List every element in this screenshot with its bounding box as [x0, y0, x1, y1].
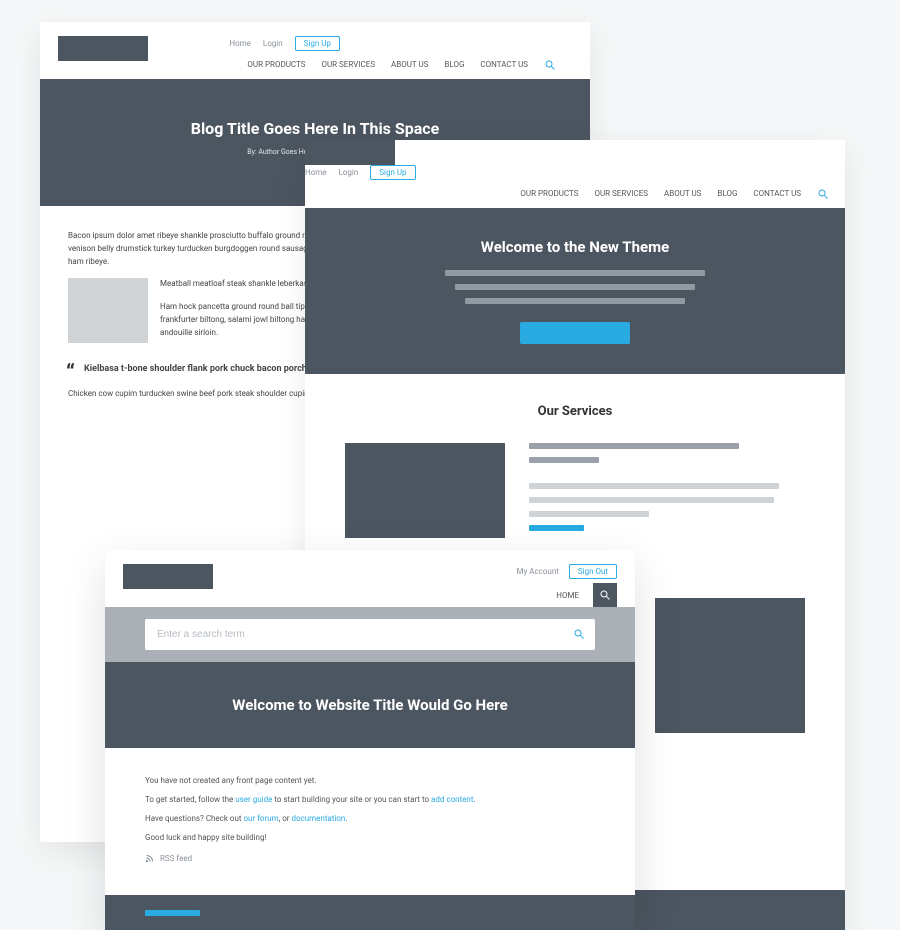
image-placeholder — [345, 443, 505, 538]
hero-title: Welcome to Website Title Would Go Here — [125, 696, 615, 714]
text-placeholder-line — [529, 443, 739, 449]
paragraph: Good luck and happy site building! — [145, 833, 595, 842]
cta-button[interactable] — [520, 322, 630, 344]
logo-placeholder — [58, 36, 148, 61]
link-home[interactable]: Home — [305, 168, 327, 177]
link-home[interactable]: Home — [229, 39, 251, 48]
rss-feed-link[interactable]: RSS feed — [145, 854, 595, 863]
link-placeholder[interactable] — [529, 525, 584, 531]
text-placeholder-line — [529, 457, 599, 463]
text-placeholder-line — [445, 270, 705, 276]
logo-placeholder — [305, 140, 395, 165]
search-bar[interactable] — [145, 619, 595, 650]
text-placeholder-line — [529, 483, 779, 489]
link-placeholder[interactable] — [145, 910, 200, 916]
text-placeholder-line — [529, 511, 649, 517]
nav-contact[interactable]: CONTACT US — [480, 60, 528, 69]
link-documentation[interactable]: documentation — [291, 814, 345, 823]
link-login[interactable]: Login — [263, 39, 283, 48]
nav-products[interactable]: OUR PRODUCTS — [247, 60, 305, 69]
signup-button[interactable]: Sign Up — [370, 165, 415, 180]
text-placeholder-line — [455, 284, 695, 290]
search-input[interactable] — [155, 628, 573, 641]
blog-title: Blog Title Goes Here In This Space — [60, 119, 570, 138]
nav-about[interactable]: ABOUT US — [391, 60, 428, 69]
section-title: Our Services — [305, 404, 845, 419]
link-add-content[interactable]: add content — [431, 795, 473, 804]
search-icon[interactable] — [544, 59, 554, 69]
search-submit-icon[interactable] — [573, 625, 585, 644]
image-placeholder — [655, 598, 805, 733]
link-login[interactable]: Login — [339, 168, 359, 177]
text-placeholder-line — [529, 497, 774, 503]
link-my-account[interactable]: My Account — [517, 567, 559, 576]
link-forum[interactable]: our forum — [243, 814, 278, 823]
nav-blog[interactable]: BLOG — [717, 189, 737, 198]
paragraph: To get started, follow the user guide to… — [145, 795, 595, 804]
footer-band — [105, 895, 635, 930]
logo-placeholder — [123, 564, 213, 589]
search-icon[interactable] — [593, 583, 617, 607]
signup-button[interactable]: Sign Up — [295, 36, 340, 51]
search-icon[interactable] — [817, 188, 827, 198]
nav-blog[interactable]: BLOG — [444, 60, 464, 69]
nav-home[interactable]: HOME — [542, 587, 593, 604]
hero-title: Welcome to the New Theme — [365, 238, 785, 256]
link-user-guide[interactable]: user guide — [235, 795, 272, 804]
paragraph: You have not created any front page cont… — [145, 776, 595, 785]
signout-button[interactable]: Sign Out — [569, 564, 617, 579]
nav-contact[interactable]: CONTACT US — [753, 189, 801, 198]
nav-services[interactable]: OUR SERVICES — [321, 60, 375, 69]
text-placeholder-line — [465, 298, 685, 304]
paragraph: Have questions? Check out our forum, or … — [145, 814, 595, 823]
nav-about[interactable]: ABOUT US — [664, 189, 701, 198]
nav-services[interactable]: OUR SERVICES — [594, 189, 648, 198]
image-placeholder — [68, 278, 148, 343]
mockup-welcome-page: My Account Sign Out HOME Welcome — [105, 550, 635, 930]
nav-products[interactable]: OUR PRODUCTS — [520, 189, 578, 198]
